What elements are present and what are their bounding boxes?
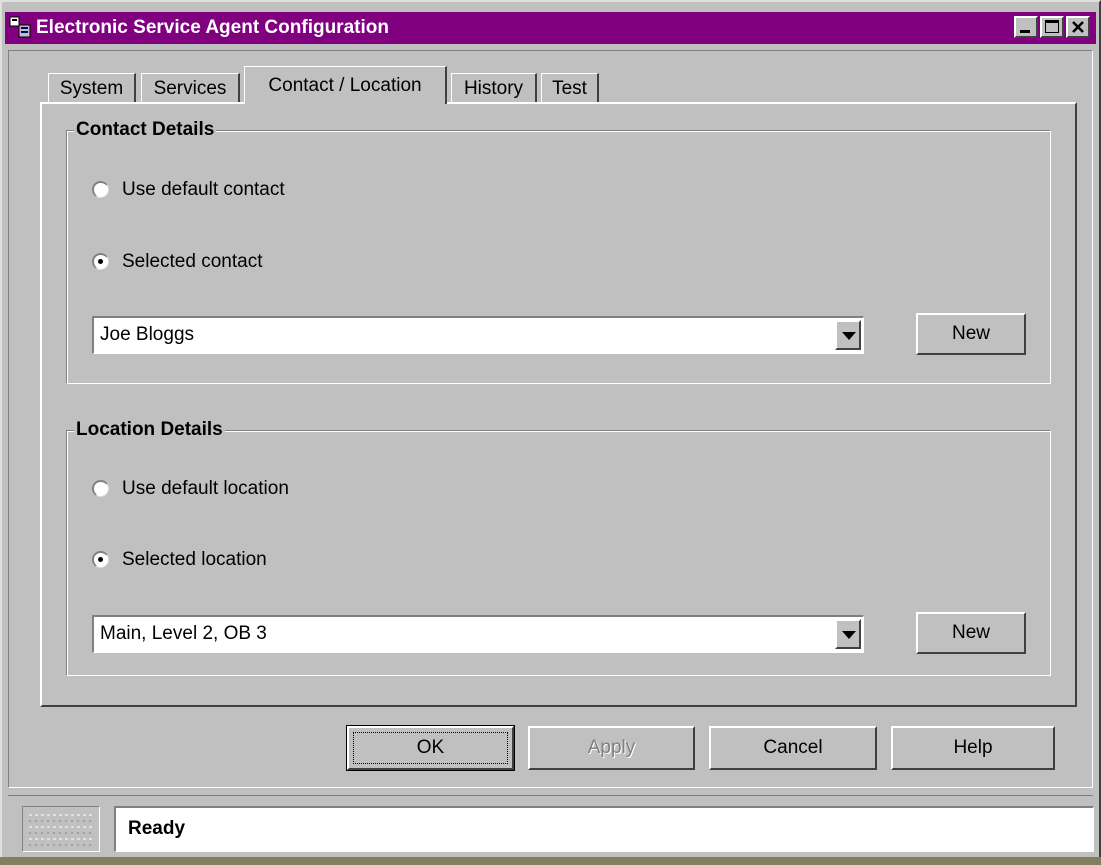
contact-details-title: Contact Details xyxy=(74,119,217,141)
ok-button[interactable]: OK xyxy=(346,725,515,771)
tab-panel-contact-location: Contact Details Use default contact Sele… xyxy=(40,102,1077,707)
selected-location-label[interactable]: Selected location xyxy=(122,548,267,572)
use-default-contact-radio[interactable] xyxy=(92,181,109,198)
selected-contact-label[interactable]: Selected contact xyxy=(122,250,262,274)
status-indicator-icon xyxy=(22,806,100,852)
contact-dropdown-value: Joe Bloggs xyxy=(100,324,195,345)
close-icon xyxy=(1072,21,1084,33)
status-field: Ready xyxy=(114,806,1094,852)
use-default-contact-label[interactable]: Use default contact xyxy=(122,178,285,202)
selected-contact-radio[interactable] xyxy=(92,253,109,270)
new-location-button[interactable]: New xyxy=(916,612,1026,654)
location-dropdown-value: Main, Level 2, OB 3 xyxy=(100,623,267,644)
help-button[interactable]: Help xyxy=(891,726,1055,770)
tab-label: Contact / Location xyxy=(268,75,422,96)
app-icon[interactable] xyxy=(9,16,31,38)
tab-label: History xyxy=(463,78,524,99)
tab-contact-location[interactable]: Contact / Location xyxy=(244,66,447,104)
tab-label: System xyxy=(59,78,124,99)
tab-system[interactable]: System xyxy=(48,73,136,103)
use-default-location-radio[interactable] xyxy=(92,480,109,497)
minimize-icon xyxy=(1020,30,1030,33)
tab-services[interactable]: Services xyxy=(141,73,240,103)
tab-label: Test xyxy=(552,78,587,99)
close-button[interactable] xyxy=(1066,16,1090,38)
bottom-edge xyxy=(0,857,1101,865)
apply-button[interactable]: Apply xyxy=(528,726,695,770)
maximize-button[interactable] xyxy=(1040,16,1064,38)
selected-location-radio[interactable] xyxy=(92,551,109,568)
status-text: Ready xyxy=(128,818,186,839)
tab-history[interactable]: History xyxy=(451,73,537,103)
window-title: Electronic Service Agent Configuration xyxy=(36,17,389,38)
minimize-button[interactable] xyxy=(1014,16,1038,38)
use-default-location-label[interactable]: Use default location xyxy=(122,477,289,501)
maximize-icon xyxy=(1045,20,1059,33)
tab-label: Services xyxy=(153,78,227,99)
location-dropdown[interactable]: Main, Level 2, OB 3 xyxy=(92,615,864,653)
cancel-button[interactable]: Cancel xyxy=(709,726,877,770)
chevron-down-icon[interactable] xyxy=(835,320,861,350)
tab-test[interactable]: Test xyxy=(541,73,599,103)
contact-dropdown[interactable]: Joe Bloggs xyxy=(92,316,864,354)
chevron-down-icon[interactable] xyxy=(835,619,861,649)
new-contact-button[interactable]: New xyxy=(916,313,1026,355)
location-details-title: Location Details xyxy=(74,419,225,441)
focus-indicator xyxy=(353,732,508,764)
